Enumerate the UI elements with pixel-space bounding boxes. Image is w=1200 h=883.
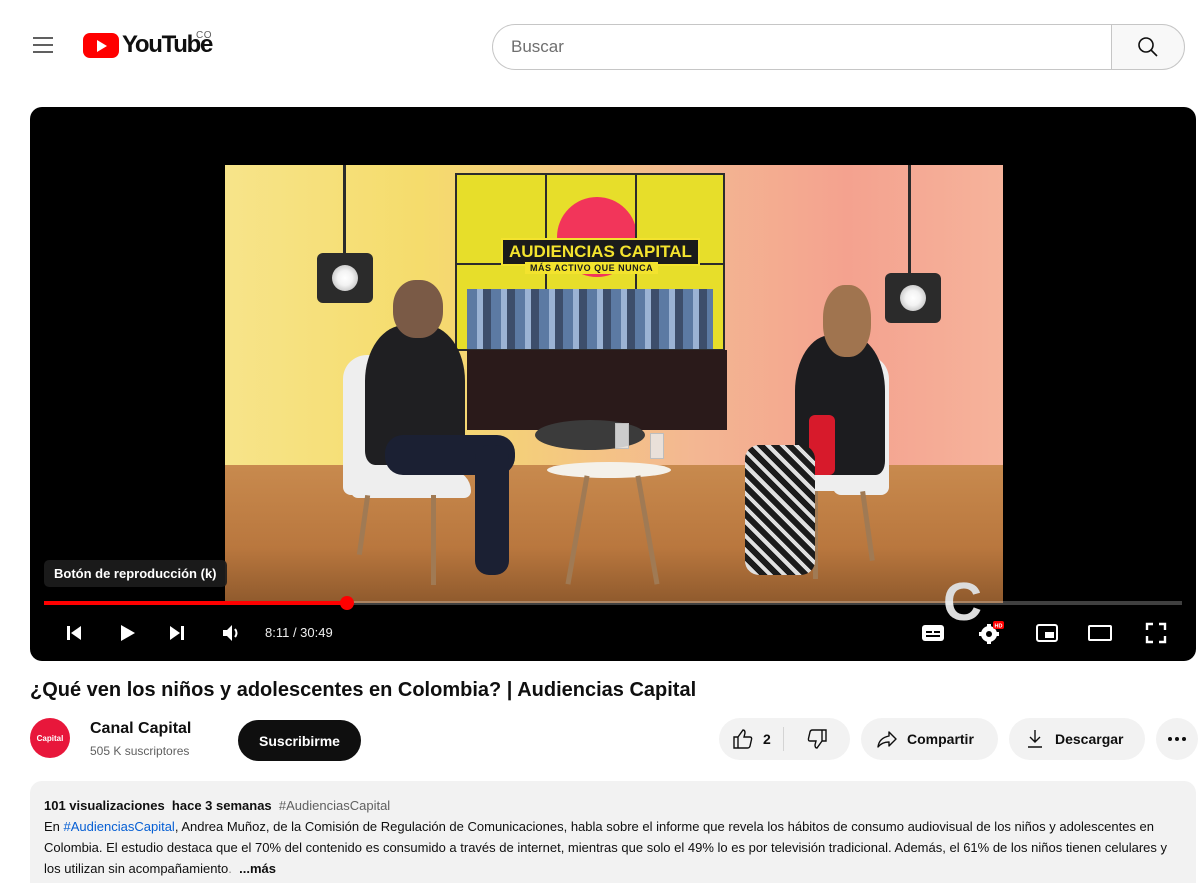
thumbs-up-icon [733,729,753,749]
next-icon [170,626,184,640]
search-input[interactable] [511,37,1112,57]
scene-banner-sub: MÁS ACTIVO QUE NUNCA [525,262,659,274]
subtitles-icon [922,625,944,641]
video-title: ¿Qué ven los niños y adolescentes en Col… [30,679,697,701]
fullscreen-button[interactable] [1141,619,1171,647]
like-dislike-group: 2 [719,718,850,760]
youtube-play-icon [83,32,119,58]
progress-played [44,601,347,605]
like-count: 2 [763,731,771,747]
subscribe-button[interactable]: Suscribirme [238,720,361,761]
channel-name[interactable]: Canal Capital [90,720,191,738]
youtube-logo[interactable]: YouTube [83,31,213,58]
country-code: CO [196,30,212,41]
play-icon [121,625,135,641]
avatar-text: Capital [36,733,64,743]
description-hashtag-link[interactable]: #AudienciasCapital [64,819,175,834]
download-label: Descargar [1055,731,1124,747]
dislike-button[interactable] [784,718,850,760]
share-icon [877,731,897,748]
description-meta: 101 visualizaciones hace 3 semanas #Audi… [44,795,1182,816]
more-horizontal-icon [1168,737,1186,741]
upload-age: hace 3 semanas [171,798,272,813]
search-icon [1138,37,1158,57]
download-icon [1028,730,1042,748]
download-button[interactable]: Descargar [1009,718,1145,760]
previous-icon [67,626,81,640]
more-actions-button[interactable] [1156,718,1198,760]
like-button[interactable]: 2 [719,718,783,760]
share-label: Compartir [907,731,974,747]
previous-button[interactable] [60,619,88,647]
play-tooltip: Botón de reproducción (k) [44,560,227,587]
miniplayer-icon [1036,624,1058,642]
settings-icon: HD [979,621,1004,644]
fullscreen-icon [1145,622,1167,644]
description-prefix: En [44,819,64,834]
show-more-link[interactable]: ...más [239,861,276,876]
theater-icon [1088,625,1112,641]
settings-button[interactable]: HD [974,619,1008,647]
play-button[interactable] [113,619,141,647]
miniplayer-button[interactable] [1032,619,1062,647]
share-button[interactable]: Compartir [861,718,998,760]
progress-bar[interactable] [44,596,1182,610]
description-fade: . [228,861,232,876]
meta-hashtag[interactable]: #AudienciasCapital [279,798,390,813]
view-count: 101 visualizaciones [44,798,165,813]
time-display: 8:11 / 30:49 [265,625,333,640]
description-text: En #AudienciasCapital, Andrea Muñoz, de … [44,816,1182,879]
description-body: , Andrea Muñoz, de la Comisión de Regula… [44,819,1167,876]
video-frame: AUDIENCIAS CAPITAL MÁS ACTIVO QUE NUNCA [225,165,1003,603]
subtitles-button[interactable] [918,619,948,647]
search-button[interactable] [1111,24,1185,70]
menu-icon[interactable] [30,33,56,59]
description-box[interactable]: 101 visualizaciones hace 3 semanas #Audi… [30,781,1196,883]
masthead: YouTube CO [0,0,1200,92]
search-bar [492,24,1112,70]
next-button[interactable] [163,619,191,647]
theater-button[interactable] [1085,619,1115,647]
volume-icon [223,625,238,641]
progress-scrubber[interactable] [340,596,354,610]
subscriber-count: 505 K suscriptores [90,744,190,758]
thumbs-down-icon [807,729,827,749]
hd-badge: HD [995,623,1003,629]
volume-button[interactable] [217,619,247,647]
channel-avatar[interactable]: Capital [30,718,70,758]
